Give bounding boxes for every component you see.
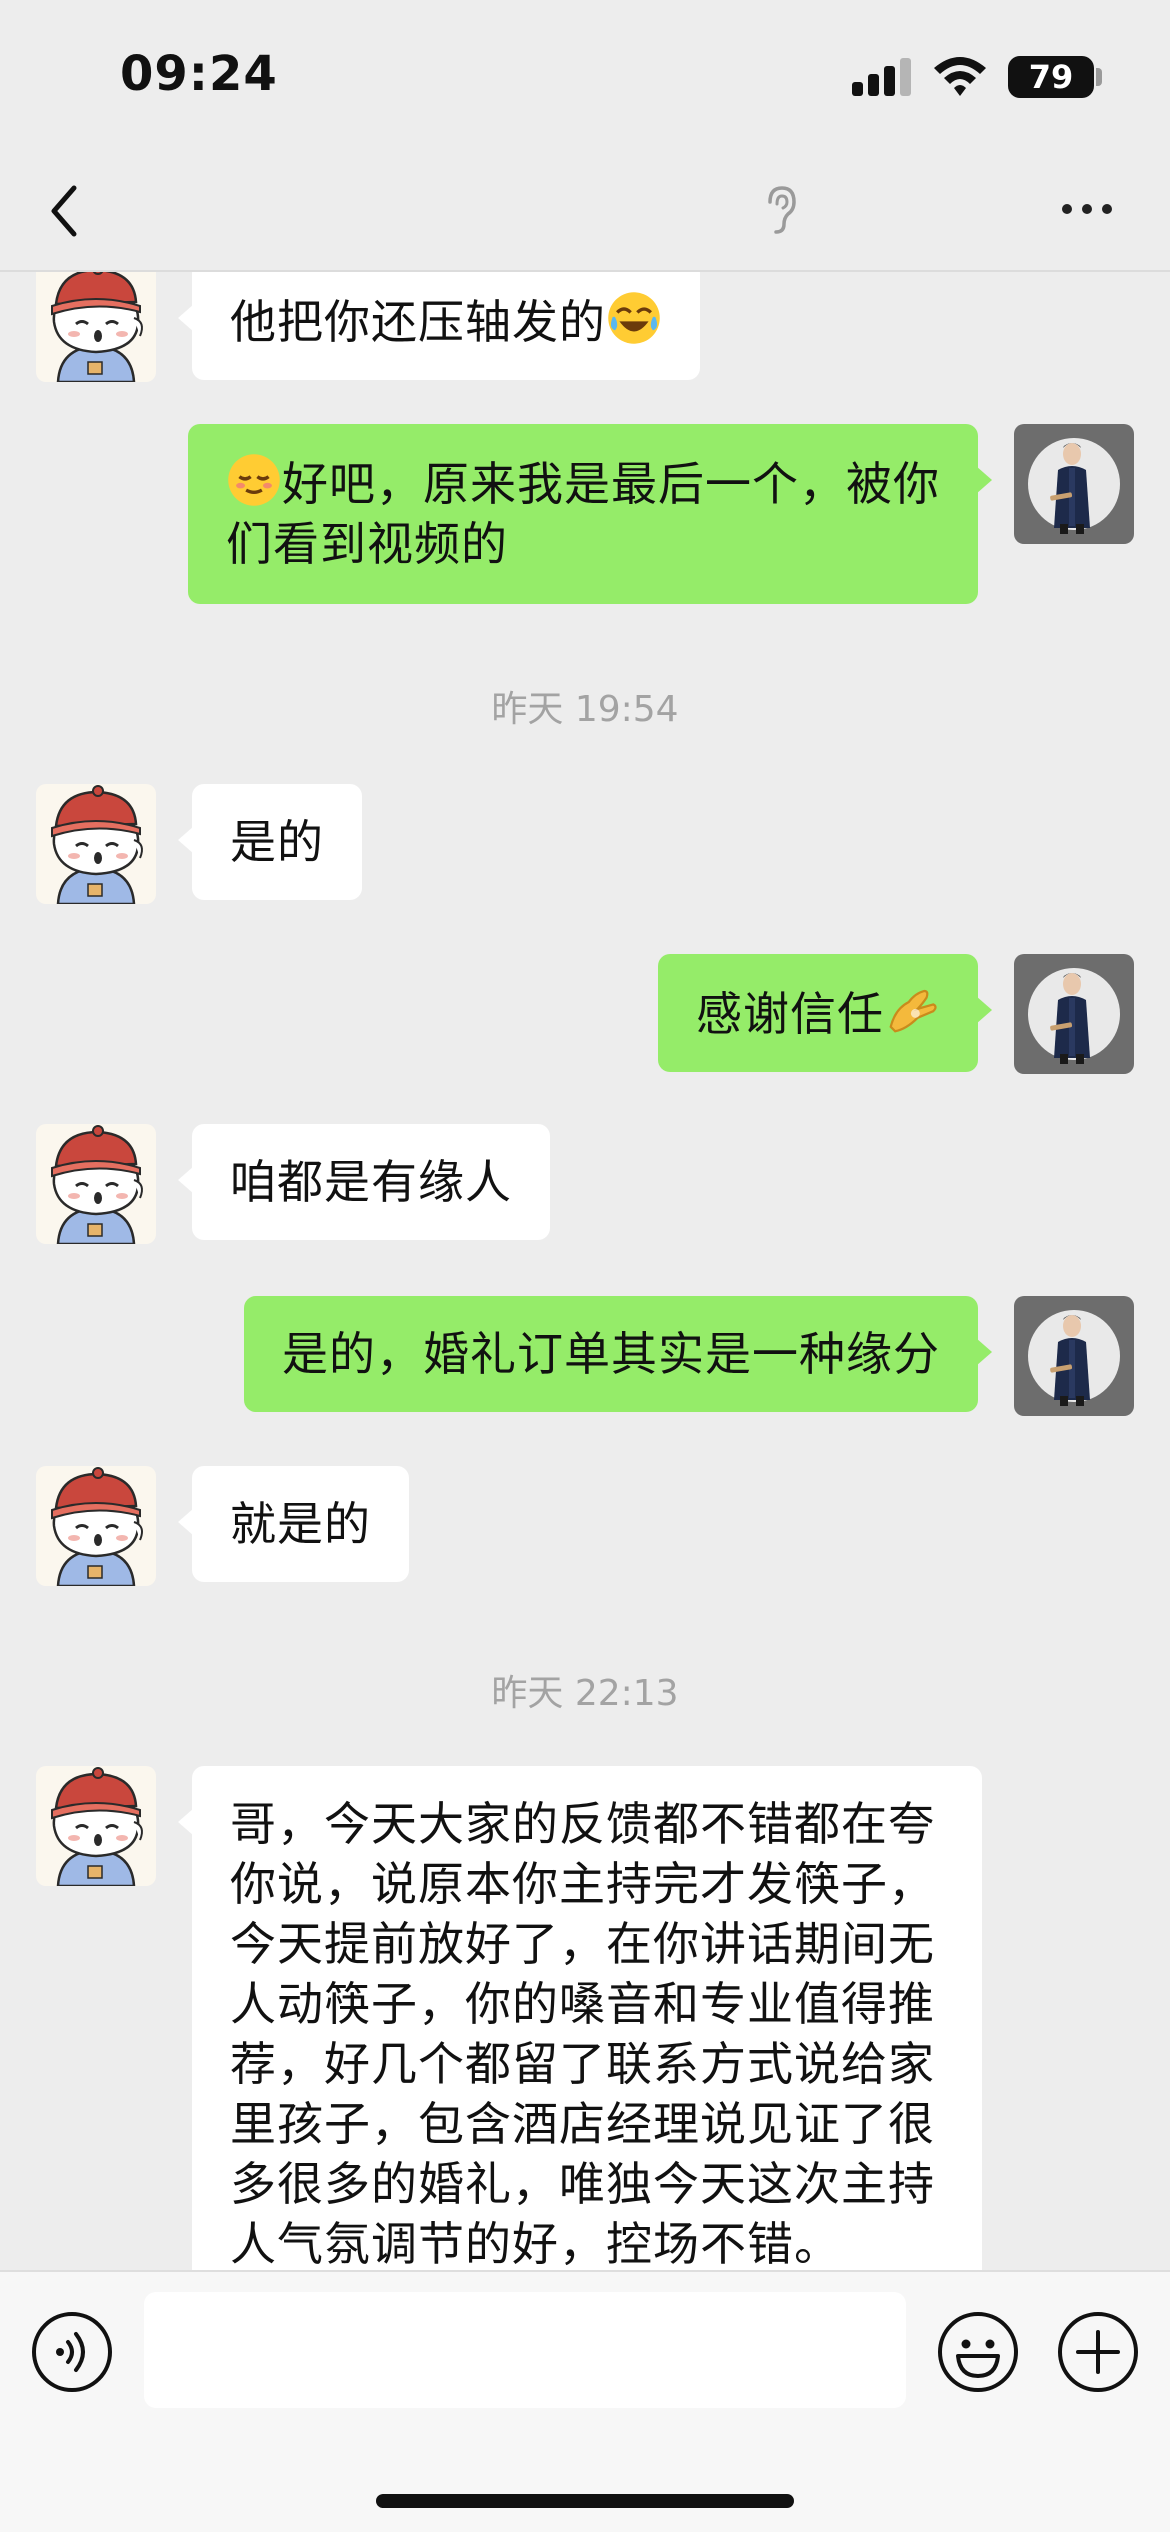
relieved-face-emoji-icon xyxy=(226,452,282,508)
contact-avatar[interactable] xyxy=(36,1766,156,1886)
chat-header xyxy=(0,150,1170,272)
chevron-left-icon[interactable] xyxy=(40,176,90,246)
status-bar: 09:24 79 xyxy=(0,0,1170,150)
message-text-line: 里孩子，包含酒店经理说见证了很 xyxy=(230,2097,935,2151)
message-text: 咱都是有缘人 xyxy=(230,1155,512,1209)
battery-level: 79 xyxy=(1008,56,1094,98)
my-avatar[interactable] xyxy=(1014,954,1134,1074)
message-text: 就是的 xyxy=(230,1497,371,1551)
status-time: 09:24 xyxy=(120,46,278,102)
received-message[interactable]: 他把你还压轴发的 xyxy=(178,272,700,380)
received-message[interactable]: 就是的 xyxy=(178,1466,409,1582)
received-message[interactable]: 是的 xyxy=(178,784,362,900)
message-text: 感谢信任 xyxy=(696,987,884,1041)
message-text-line: 哥，今天大家的反馈都不错都在夸 xyxy=(230,1797,935,1851)
message-input[interactable] xyxy=(144,2292,906,2408)
timestamp: 昨天 22:13 xyxy=(491,1673,679,1714)
laughing-crying-emoji-icon xyxy=(606,290,662,346)
contact-avatar[interactable] xyxy=(36,1124,156,1244)
input-bar xyxy=(0,2270,1170,2532)
plus-icon[interactable] xyxy=(1056,2310,1140,2394)
message-text: 是的，婚礼订单其实是一种缘分 xyxy=(282,1327,940,1381)
message-text-line: 你说，说原本你主持完才发筷子， xyxy=(230,1857,935,1911)
contact-avatar[interactable] xyxy=(36,784,156,904)
more-icon[interactable] xyxy=(1060,202,1116,218)
message-text-line: 人气氛调节的好，控场不错。 xyxy=(230,2217,841,2270)
sent-message[interactable]: 是的，婚礼订单其实是一种缘分 xyxy=(244,1296,992,1412)
ear-icon xyxy=(768,186,796,234)
message-text: 他把你还压轴发的 xyxy=(230,295,606,349)
sent-message[interactable]: 感谢信任 xyxy=(658,954,992,1072)
cellular-signal-icon xyxy=(852,58,914,96)
message-text-line: 多很多的婚礼，唯独今天这次主持 xyxy=(230,2157,935,2211)
sent-message[interactable]: 好吧，原来我是最后一个，被你 们看到视频的 xyxy=(188,424,992,604)
received-message[interactable]: 咱都是有缘人 xyxy=(178,1124,550,1240)
battery-cap xyxy=(1096,68,1102,86)
received-message[interactable]: 哥，今天大家的反馈都不错都在夸 你说，说原本你主持完才发筷子， 今天提前放好了，… xyxy=(178,1766,982,2270)
message-text-line: 荐，好几个都留了联系方式说给家 xyxy=(230,2037,935,2091)
contact-avatar[interactable] xyxy=(36,272,156,382)
message-text: 好吧，原来我是最后一个，被你 xyxy=(282,457,940,511)
message-list[interactable]: 他把你还压轴发的 好吧，原来我是最后一个，被你 们看到视频的 昨天 19:54 … xyxy=(0,272,1170,2270)
wifi-icon xyxy=(934,57,986,96)
message-text-line: 今天提前放好了，在你讲话期间无 xyxy=(230,1917,935,1971)
home-indicator xyxy=(376,2494,794,2508)
ok-hand-emoji-icon xyxy=(884,982,940,1038)
voice-icon[interactable] xyxy=(30,2310,114,2394)
message-text: 是的 xyxy=(230,815,324,869)
message-text: 们看到视频的 xyxy=(226,517,508,571)
timestamp: 昨天 19:54 xyxy=(491,689,679,730)
contact-avatar[interactable] xyxy=(36,1466,156,1586)
my-avatar[interactable] xyxy=(1014,1296,1134,1416)
message-text-line: 人动筷子，你的嗓音和专业值得推 xyxy=(230,1977,935,2031)
my-avatar[interactable] xyxy=(1014,424,1134,544)
emoji-icon[interactable] xyxy=(936,2310,1020,2394)
